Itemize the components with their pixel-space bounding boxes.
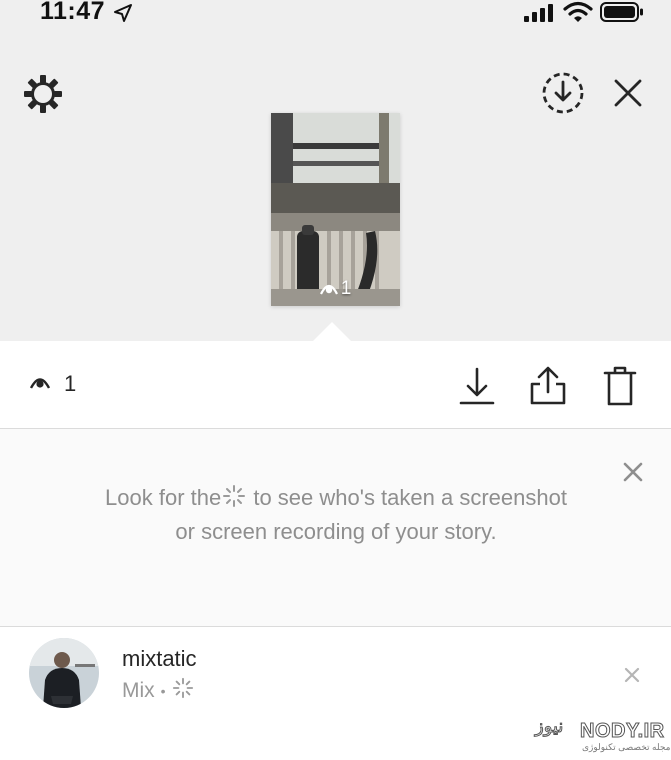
cellular-signal-icon	[524, 4, 556, 27]
viewer-list-item[interactable]: mixtatic Mix •	[0, 627, 671, 760]
screenshot-spark-icon	[172, 677, 194, 705]
thumbnail-view-count: 1	[271, 278, 400, 300]
viewer-username[interactable]: mixtatic	[122, 646, 197, 672]
watermark-subtext: مجله تخصصی تکنولوژی	[582, 742, 671, 752]
eye-icon	[29, 375, 51, 396]
close-icon[interactable]	[612, 77, 644, 114]
battery-icon	[600, 2, 644, 27]
save-story-circle-icon[interactable]	[540, 70, 586, 121]
eye-icon	[319, 282, 338, 296]
dismiss-tip-icon[interactable]	[622, 461, 644, 488]
story-action-bar: 1	[0, 341, 671, 429]
download-icon[interactable]	[459, 366, 495, 411]
avatar[interactable]	[29, 638, 99, 708]
location-arrow-icon	[113, 3, 133, 28]
separator-dot: •	[160, 683, 166, 699]
story-preview-area: 11:47 1	[0, 0, 671, 341]
delete-trash-icon[interactable]	[603, 365, 637, 412]
status-time: 11:47	[40, 0, 106, 25]
screenshot-tip-banner: Look for the to see who's taken a screen…	[0, 429, 671, 627]
thumbnail-view-count-value: 1	[340, 278, 352, 299]
viewer-count[interactable]: 1	[64, 371, 76, 397]
settings-gear-icon[interactable]	[22, 73, 64, 120]
viewer-full-name: Mix	[122, 679, 155, 702]
viewer-subtitle: Mix •	[122, 677, 194, 705]
thumbnail-pointer	[312, 322, 352, 342]
watermark-fa-text: نیوز	[534, 716, 564, 737]
screenshot-spark-icon	[222, 484, 246, 516]
remove-viewer-icon[interactable]	[624, 667, 640, 688]
story-thumbnail[interactable]: 1	[271, 113, 400, 306]
watermark-text: NODY.IR	[580, 720, 665, 743]
share-icon[interactable]	[528, 364, 568, 411]
tip-text-before: Look for the	[105, 485, 222, 510]
tip-message: Look for the to see who's taken a screen…	[96, 482, 576, 547]
wifi-icon	[563, 1, 593, 28]
